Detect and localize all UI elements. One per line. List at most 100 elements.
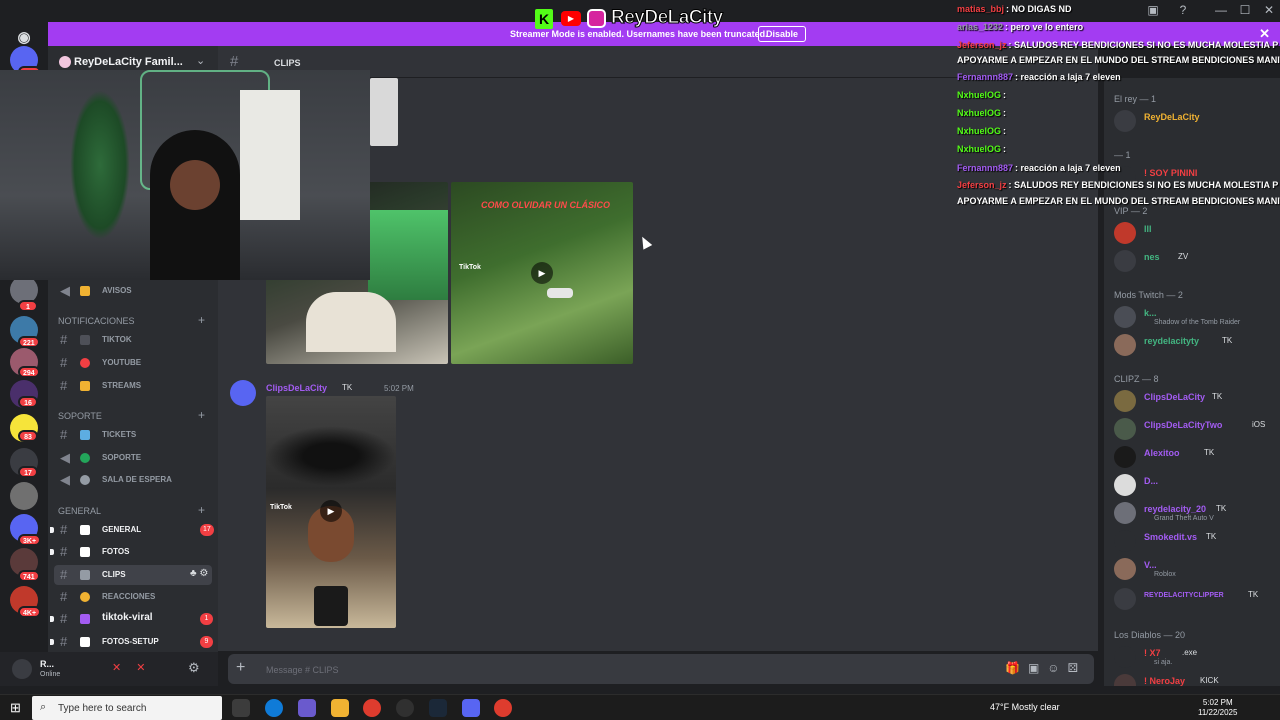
stream-brand-text: ReyDeLaCity <box>611 7 724 29</box>
member-name: ! NeroJay <box>1144 676 1186 686</box>
channel-fotos-setup[interactable]: # FOTOS-SETUP 9 <box>50 632 213 652</box>
chrome-icon[interactable] <box>494 699 512 717</box>
streamer-mode-text: Streamer Mode is enabled. Usernames have… <box>510 29 768 39</box>
chat-overlay-text: : <box>1003 90 1007 100</box>
speaker-icon: ◀ <box>60 283 70 298</box>
member-row[interactable]: lll <box>1112 220 1280 246</box>
channel-tiktok[interactable]: # TIKTOK <box>54 330 212 350</box>
channel-avisos[interactable]: ◀ AVISOS <box>54 281 212 301</box>
channel-title: CLIPS <box>274 58 301 68</box>
category-notificaciones[interactable]: NOTIFICACIONES <box>58 316 135 326</box>
member-name: REYDELACITYCLIPPER <box>1144 592 1224 599</box>
video-attachment[interactable]: TikTok ▶ <box>266 396 396 628</box>
search-placeholder: Type here to search <box>58 703 147 714</box>
member-row[interactable]: ClipsDeLaCity TK <box>1112 388 1280 414</box>
speaker-icon: ◀ <box>60 450 70 465</box>
obs-icon[interactable] <box>396 699 414 717</box>
bell-icon <box>80 286 90 296</box>
member-row[interactable]: Alexitoo TK <box>1112 444 1280 470</box>
message-input[interactable] <box>266 663 566 677</box>
channel-settings-icon[interactable]: ♣ ⚙ <box>190 568 208 579</box>
weather-widget[interactable]: 47°F Mostly clear <box>990 702 1060 712</box>
member-row[interactable]: ! NeroJay KICK <box>1112 672 1280 686</box>
channel-youtube[interactable]: # YOUTUBE <box>54 353 212 373</box>
channel-fotos[interactable]: # FOTOS <box>50 542 212 562</box>
clock-time: 5:02 PM <box>1202 698 1233 707</box>
taskbar-clock[interactable]: 5:02 PM 11/22/2025 <box>1198 698 1237 718</box>
streamer-face-image <box>170 160 220 210</box>
chrome-icon[interactable] <box>363 699 381 717</box>
windows-start-icon[interactable]: ⊞ <box>10 700 21 716</box>
composer-tools-icon[interactable]: 🎁▣☺⚄ <box>1005 661 1086 675</box>
video-frame <box>306 292 396 352</box>
camera-icon <box>80 570 90 580</box>
clip-title: COMO OLVIDAR UN CLÁSICO <box>481 200 611 210</box>
video-attachment[interactable]: COMO OLVIDAR UN CLÁSICO TikTok ▶ <box>451 182 633 364</box>
message-avatar[interactable] <box>230 380 256 406</box>
stream-chat-overlay: matias_bbj: NO DIGAS ND arias_1232: pero … <box>950 0 1280 220</box>
discord-home-icon[interactable]: ◉ <box>13 28 35 46</box>
channel-tiktok-viral[interactable]: # tiktok-viral 1 <box>50 609 213 629</box>
user-status: Online <box>40 671 61 678</box>
copilot-icon[interactable] <box>298 699 316 717</box>
member-row[interactable]: reydelacityty TK <box>1112 332 1280 358</box>
avatar <box>1114 250 1136 272</box>
chat-overlay-text: : NO DIGAS ND <box>1006 4 1072 14</box>
channel-streams[interactable]: # STREAMS <box>54 376 212 396</box>
member-row[interactable]: nes ZV <box>1112 248 1280 274</box>
chat-overlay-text: : reacción a laja 7 eleven <box>1015 72 1121 82</box>
guild-tag: TK <box>1248 590 1259 599</box>
video-frame <box>266 426 396 486</box>
member-row[interactable]: REYDELACITYCLIPPER TK <box>1112 586 1280 612</box>
category-soporte[interactable]: SOPORTE <box>58 411 102 421</box>
member-row[interactable]: V... Roblox <box>1112 556 1280 582</box>
play-icon[interactable]: ▶ <box>320 500 342 522</box>
disable-streamer-mode-button[interactable]: Disable <box>758 26 807 42</box>
wall-image <box>240 90 300 220</box>
attach-plus-icon[interactable]: + <box>236 659 245 677</box>
channel-label: AVISOS <box>102 286 132 295</box>
channel-reacciones[interactable]: # REACCIONES <box>54 587 212 607</box>
member-activity: si aja. <box>1154 659 1173 666</box>
member-row[interactable]: D... <box>1112 472 1280 498</box>
steam-icon[interactable] <box>429 699 447 717</box>
chat-overlay-user: arias_1232 <box>957 22 1004 32</box>
add-channel-icon[interactable]: + <box>198 503 205 517</box>
hash-icon: # <box>60 544 68 559</box>
channel-clips[interactable]: # CLIPS ♣ ⚙ <box>54 565 212 585</box>
discord-taskbar-icon[interactable] <box>462 699 480 717</box>
file-explorer-icon[interactable] <box>331 699 349 717</box>
task-view-icon[interactable] <box>232 699 250 717</box>
avatar <box>1114 646 1136 668</box>
member-row[interactable]: ! X7 .exe si aja. <box>1112 644 1280 670</box>
avatar <box>1114 390 1136 412</box>
channel-soporte[interactable]: ◀ SOPORTE <box>54 448 212 468</box>
add-channel-icon[interactable]: + <box>198 313 205 327</box>
play-icon[interactable]: ▶ <box>531 262 553 284</box>
add-channel-icon[interactable]: + <box>198 408 205 422</box>
member-name: Alexitoo <box>1144 448 1180 458</box>
message-author[interactable]: ClipsDeLaCity <box>266 383 327 393</box>
member-group-label: Mods Twitch — 2 <box>1114 290 1183 300</box>
chat-overlay-line: NxhuelOG: <box>957 90 1006 100</box>
tiktok-watermark: TikTok <box>459 264 481 271</box>
gear-icon[interactable]: ⚙ <box>188 660 200 676</box>
member-row[interactable]: k... Shadow of the Tomb Raider <box>1112 304 1280 330</box>
member-row[interactable]: ClipsDeLaCityTwo iOS <box>1112 416 1280 442</box>
chat-overlay-text: APOYARME A EMPEZAR EN EL MUNDO DEL STREA… <box>957 196 1280 206</box>
channel-general[interactable]: # GENERAL 17 <box>50 520 214 540</box>
edge-icon[interactable] <box>265 699 283 717</box>
server-icon[interactable] <box>10 482 38 510</box>
chevron-down-icon[interactable]: ⌄ <box>196 54 205 67</box>
avatar[interactable] <box>12 659 32 679</box>
category-general[interactable]: GENERAL <box>58 506 101 516</box>
member-name: reydelacityty <box>1144 336 1200 346</box>
member-name: D... <box>1144 476 1159 486</box>
member-row[interactable]: reydelacity_20 TK Grand Theft Auto V <box>1112 500 1280 526</box>
taskbar-search[interactable]: ⌕ Type here to search <box>32 696 222 720</box>
attachment-preview[interactable] <box>370 78 398 146</box>
muted-mic-icon[interactable]: ✕ ✕ <box>112 661 152 674</box>
channel-sala-de-espera[interactable]: ◀ SALA DE ESPERA <box>54 470 212 490</box>
member-row[interactable]: Smokedit.vs TK <box>1112 528 1280 554</box>
channel-tickets[interactable]: # TICKETS <box>54 425 212 445</box>
